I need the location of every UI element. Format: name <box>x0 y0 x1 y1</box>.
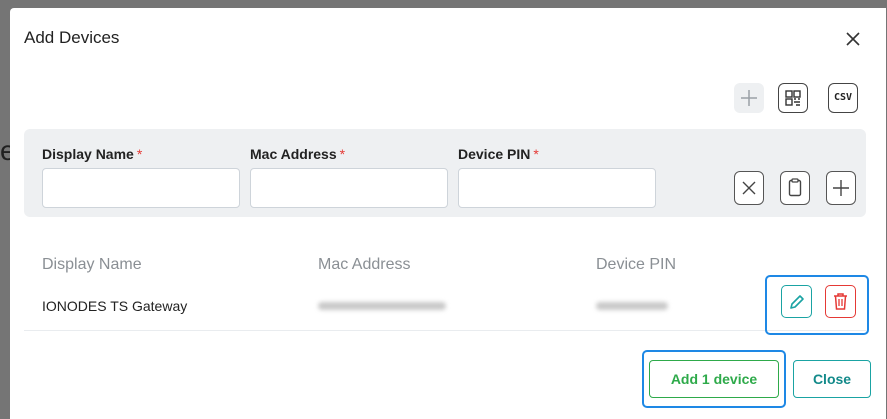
column-header-mac-address: Mac Address <box>318 256 411 273</box>
import-csv-button[interactable]: CSV <box>828 83 858 113</box>
delete-icon <box>826 286 855 317</box>
add-device-row-button[interactable] <box>826 171 856 205</box>
display-name-label: Display Name * <box>42 146 143 162</box>
device-pin-input[interactable] <box>458 168 656 208</box>
row-device-pin-redacted <box>596 302 668 310</box>
column-header-device-pin: Device PIN <box>596 256 677 273</box>
close-button[interactable]: Close <box>793 360 871 398</box>
display-name-input[interactable] <box>42 168 240 208</box>
row-divider <box>24 330 866 331</box>
scan-qr-button[interactable] <box>778 83 808 113</box>
add-devices-button[interactable]: Add 1 device <box>649 360 779 398</box>
background-text-fragment: e <box>0 136 10 166</box>
paste-button[interactable] <box>780 171 810 205</box>
row-mac-address-redacted <box>318 302 446 310</box>
plus-icon <box>734 83 764 113</box>
edit-device-button[interactable] <box>781 285 812 318</box>
mac-address-label: Mac Address * <box>250 146 346 162</box>
mac-address-input[interactable] <box>250 168 448 208</box>
delete-device-button[interactable] <box>825 285 856 318</box>
row-display-name: IONODES TS Gateway <box>42 298 188 314</box>
device-pin-label: Device PIN * <box>458 146 539 162</box>
edit-icon <box>782 286 811 317</box>
column-header-display-name: Display Name <box>42 256 142 273</box>
add-row-button[interactable] <box>734 83 764 113</box>
qr-code-icon <box>779 84 807 112</box>
close-icon[interactable] <box>842 28 864 50</box>
dialog-title: Add Devices <box>24 28 120 47</box>
clear-form-button[interactable] <box>734 171 764 205</box>
clear-icon <box>735 172 763 204</box>
clipboard-icon <box>781 172 809 204</box>
plus-icon <box>827 172 855 204</box>
